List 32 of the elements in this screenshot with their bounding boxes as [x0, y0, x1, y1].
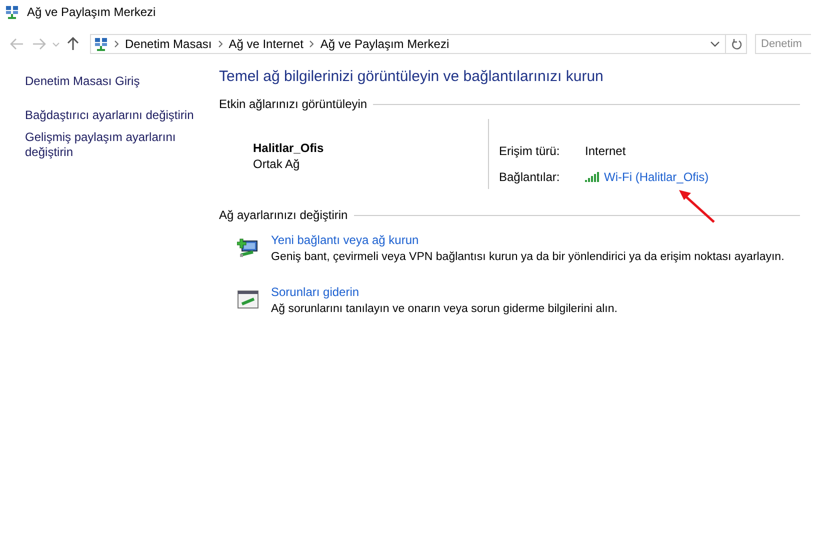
window-icon	[5, 5, 19, 19]
sidebar-link[interactable]: Gelişmiş paylaşım ayarlarını değiştirin	[25, 130, 219, 160]
breadcrumb-item[interactable]: Denetim Masası	[125, 37, 212, 51]
sidebar-link[interactable]: Bağdaştırıcı ayarlarını değiştirin	[25, 108, 219, 123]
network-plus-icon	[237, 238, 259, 258]
signal-bars-icon	[585, 172, 601, 182]
network-name: Halitlar_Ofis	[253, 140, 325, 156]
arrow-annotation	[679, 190, 715, 223]
location-icon	[94, 37, 108, 51]
section-heading: Etkin ağlarınızı görüntüleyin	[219, 97, 368, 111]
breadcrumb-item[interactable]: Ağ ve Internet	[228, 37, 304, 51]
network-type: Ortak Ağ	[253, 156, 301, 172]
breadcrumb-item[interactable]: Ağ ve Paylaşım Merkezi	[320, 37, 450, 51]
access-type-value: Internet	[585, 143, 627, 159]
window-title: Ağ ve Paylaşım Merkezi	[27, 5, 156, 19]
connection-link[interactable]: Wi-Fi (Halitlar_Ofis)	[604, 169, 709, 185]
connections-label: Bağlantılar:	[499, 169, 561, 185]
separator-icon[interactable]	[114, 40, 119, 48]
separator-icon[interactable]	[218, 40, 223, 48]
sidebar-link[interactable]: Denetim Masası Giriş	[25, 74, 219, 89]
task-link[interactable]: Sorunları giderin	[271, 285, 360, 299]
section-heading: Ağ ayarlarınızı değiştirin	[219, 208, 348, 222]
monitor-icon	[237, 290, 259, 310]
task-description: Ağ sorunlarını tanılayın ve onarın veya sorun giderme bilgilerini alın.	[271, 302, 618, 317]
page-heading: Temel ağ bilgilerinizi görüntüleyin ve bağlantılarınızı kurun	[219, 68, 604, 85]
search-field[interactable]: Denetim	[755, 34, 811, 54]
refresh-icon[interactable]	[725, 34, 747, 54]
separator-icon[interactable]	[309, 40, 314, 48]
task-link[interactable]: Yeni bağlantı veya ağ kurun	[271, 233, 419, 247]
address-bar[interactable]: Denetim Masası Ağ ve Internet Ağ ve Paylaşım Merkezi	[90, 34, 726, 54]
task-description: Geniş bant, çevirmeli veya VPN bağlantısı kurun ya da bir yönlendirici ya da erişim noktası ayarlayın.	[271, 250, 784, 265]
access-type-label: Erişim türü:	[499, 143, 561, 159]
